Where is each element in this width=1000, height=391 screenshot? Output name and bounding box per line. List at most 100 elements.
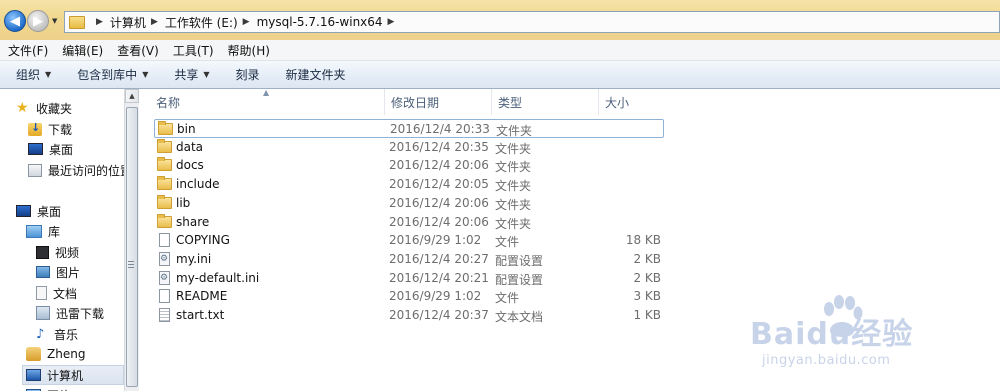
file-row[interactable]: docs 2016/12/4 20:06 文件夹 — [154, 156, 664, 175]
new-folder-button[interactable]: 新建文件夹 — [286, 66, 346, 83]
nav-recent-places[interactable]: 最近访问的位置 — [28, 160, 132, 180]
nav-xunlei-downloads-label: 迅雷下载 — [56, 306, 105, 321]
column-modified-label: 修改日期 — [391, 95, 440, 110]
folder-icon — [69, 15, 85, 29]
file-modified-date: 2016/12/4 20:35 — [389, 139, 489, 154]
burn-button[interactable]: 刻录 — [236, 66, 260, 83]
column-header-name[interactable]: 名称 — [150, 89, 385, 115]
nav-documents-label: 文档 — [53, 286, 78, 301]
column-header-type[interactable]: 类型 — [492, 89, 599, 115]
file-type: 文件夹 — [495, 141, 532, 156]
file-row[interactable]: data 2016/12/4 20:35 文件夹 — [154, 138, 664, 157]
nav-libraries[interactable]: 库 — [26, 221, 60, 241]
file-size: 1 KB — [633, 308, 661, 322]
include-in-library-button[interactable]: 包含到库中 ▼ — [77, 66, 148, 83]
file-list-pane: ▲ 名称 修改日期 类型 大小 bin 2016/12/4 20:33 文件夹 dat… — [140, 88, 1000, 391]
downloads-folder-icon — [28, 121, 42, 136]
file-row[interactable]: bin 2016/12/4 20:33 文件夹 — [154, 119, 664, 138]
column-header-modified[interactable]: 修改日期 — [385, 89, 492, 115]
nav-computer[interactable]: 计算机 — [22, 365, 124, 385]
chevron-right-icon[interactable]: ▶ — [388, 17, 395, 27]
organize-label: 组织 — [16, 68, 41, 82]
nav-desktop-favorite[interactable]: 桌面 — [28, 139, 73, 159]
file-row[interactable]: my-default.ini 2016/12/4 20:21 配置设置 2 KB — [154, 269, 664, 288]
file-modified-date: 2016/12/4 20:06 — [389, 214, 489, 229]
breadcrumb-computer[interactable]: 计算机 — [110, 14, 146, 31]
file-row[interactable]: include 2016/12/4 20:05 文件夹 — [154, 175, 664, 194]
file-icon — [159, 289, 170, 304]
nav-videos-label: 视频 — [55, 245, 80, 260]
file-name: include — [176, 177, 220, 192]
file-type: 文件 — [495, 291, 520, 306]
breadcrumb-drive-e[interactable]: 工作软件 (E:) — [165, 14, 238, 31]
recent-places-icon — [28, 163, 42, 177]
scroll-up-arrow-icon[interactable]: ▲ — [125, 89, 139, 103]
menu-view[interactable]: 查看(V) — [117, 42, 159, 59]
menu-help[interactable]: 帮助(H) — [228, 42, 270, 59]
folder-icon — [157, 213, 172, 228]
chevron-right-icon[interactable]: ▶ — [243, 17, 250, 27]
file-modified-date: 2016/9/29 1:02 — [389, 233, 482, 248]
file-type: 文件夹 — [496, 124, 533, 138]
file-row[interactable]: my.ini 2016/12/4 20:27 配置设置 2 KB — [154, 250, 664, 269]
command-bar: 组织 ▼ 包含到库中 ▼ 共享 ▼ 刻录 新建文件夹 — [0, 61, 1000, 89]
file-name: data — [176, 139, 204, 154]
text-file-icon — [159, 308, 170, 322]
nav-documents[interactable]: 文档 — [36, 283, 77, 303]
column-header-size[interactable]: 大小 — [599, 89, 669, 115]
file-row[interactable]: lib 2016/12/4 20:06 文件夹 — [154, 194, 664, 213]
share-button[interactable]: 共享 ▼ — [174, 66, 209, 83]
scrollbar-thumb[interactable] — [126, 107, 138, 387]
nav-network[interactable]: 网络 — [26, 385, 71, 391]
nav-favorites[interactable]: ★ 收藏夹 — [16, 98, 72, 118]
recent-pages-dropdown[interactable]: ▼ — [52, 17, 57, 25]
menu-file[interactable]: 文件(F) — [8, 42, 48, 59]
nav-desktop[interactable]: 桌面 — [16, 201, 61, 221]
nav-favorites-label: 收藏夹 — [36, 101, 73, 116]
folder-icon — [157, 157, 172, 172]
computer-icon — [26, 369, 41, 381]
file-row[interactable]: share 2016/12/4 20:06 文件夹 — [154, 213, 664, 232]
file-type: 配置设置 — [495, 272, 544, 287]
music-note-icon: ♪ — [36, 326, 45, 342]
watermark-brand: Baidu经验 — [750, 317, 914, 352]
nav-videos[interactable]: 视频 — [36, 242, 79, 262]
chevron-right-icon[interactable]: ▶ — [96, 17, 103, 27]
navigation-pane: ★ 收藏夹 下载 桌面 最近访问的位置 桌面 库 视频 图片 文档 迅雷下载 ♪ 音… — [0, 89, 139, 391]
file-size: 2 KB — [633, 270, 661, 285]
file-row[interactable]: COPYING 2016/9/29 1:02 文件 18 KB — [154, 231, 664, 250]
back-button[interactable]: ◀ — [4, 10, 26, 32]
file-type: 文件 — [495, 235, 520, 250]
file-row[interactable]: README 2016/9/29 1:02 文件 3 KB — [154, 287, 664, 306]
nav-downloads[interactable]: 下载 — [28, 119, 72, 139]
nav-pictures[interactable]: 图片 — [36, 262, 80, 282]
file-type: 文本文档 — [495, 310, 544, 324]
file-row[interactable]: start.txt 2016/12/4 20:37 文本文档 1 KB — [154, 306, 664, 325]
nav-xunlei-downloads[interactable]: 迅雷下载 — [36, 303, 104, 323]
file-modified-date: 2016/12/4 20:33 — [390, 122, 490, 136]
forward-button[interactable]: ▶ — [27, 10, 49, 32]
file-name: COPYING — [176, 233, 230, 248]
nav-computer-label: 计算机 — [47, 368, 84, 383]
nav-recent-places-label: 最近访问的位置 — [48, 163, 133, 178]
organize-button[interactable]: 组织 ▼ — [16, 66, 51, 83]
file-modified-date: 2016/12/4 20:06 — [389, 158, 489, 173]
menu-edit[interactable]: 编辑(E) — [62, 42, 103, 59]
file-size: 18 KB — [625, 233, 661, 248]
chevron-right-icon[interactable]: ▶ — [151, 17, 158, 27]
nav-user-folder[interactable]: Zheng — [26, 344, 85, 364]
arrow-right-icon: ▶ — [33, 13, 43, 29]
share-label: 共享 — [174, 68, 199, 82]
menu-bar: 文件(F) 编辑(E) 查看(V) 工具(T) 帮助(H) — [0, 40, 1000, 61]
menu-tools[interactable]: 工具(T) — [173, 42, 214, 59]
file-name: share — [176, 214, 210, 229]
include-in-library-label: 包含到库中 — [77, 68, 138, 82]
file-type: 文件夹 — [495, 179, 532, 194]
navigation-scrollbar[interactable]: ▲ — [124, 89, 139, 391]
nav-libraries-label: 库 — [48, 224, 61, 239]
desktop-icon — [28, 143, 43, 155]
nav-music[interactable]: ♪ 音乐 — [36, 324, 78, 344]
breadcrumb[interactable]: ▶ 计算机 ▶ 工作软件 (E:) ▶ mysql-5.7.16-winx64 … — [64, 11, 1000, 33]
file-modified-date: 2016/12/4 20:27 — [389, 251, 489, 266]
breadcrumb-mysql-folder[interactable]: mysql-5.7.16-winx64 — [257, 15, 383, 29]
